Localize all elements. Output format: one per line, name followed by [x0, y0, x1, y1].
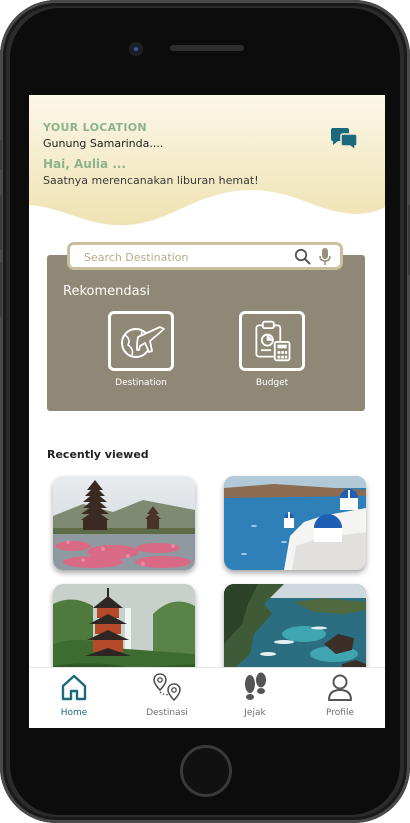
search-input[interactable]: [84, 248, 274, 266]
nav-destinasi[interactable]: Destinasi: [132, 672, 202, 718]
mute-switch: [0, 140, 2, 170]
user-icon: [328, 674, 352, 701]
greeting-text: Hai, Aulia ...: [43, 157, 126, 171]
recent-item-santorini[interactable]: [224, 476, 366, 570]
bottom-navigation: Home Destinasi Jejak Profile: [29, 667, 385, 728]
nav-home-label: Home: [60, 708, 88, 718]
nav-jejak-label: Jejak: [244, 708, 266, 718]
microphone-icon[interactable]: [318, 247, 332, 266]
pagoda-image: [53, 584, 195, 678]
recently-viewed-title: Recently viewed: [47, 448, 149, 461]
map-pins-icon: [153, 673, 181, 702]
coastal-cove-image: [224, 584, 366, 678]
tagline-text: Saatnya merencanakan liburan hemat!: [43, 174, 259, 187]
volume-up-button: [0, 195, 2, 250]
search-bar: [67, 242, 343, 270]
front-camera: [131, 44, 141, 54]
search-icon[interactable]: [294, 248, 311, 265]
recent-item-coastal-cove[interactable]: [224, 584, 366, 678]
app-screen: YOUR LOCATION Gunung Samarinda.... Hai, …: [29, 95, 385, 728]
nav-jejak[interactable]: Jejak: [220, 672, 290, 718]
recommendation-budget-button[interactable]: Budget: [227, 311, 317, 388]
location-label: YOUR LOCATION: [43, 121, 147, 134]
santorini-image: [224, 476, 366, 570]
home-hardware-button[interactable]: [180, 745, 232, 797]
recommendation-card: [47, 255, 365, 411]
nav-destinasi-label: Destinasi: [146, 708, 188, 718]
recommendation-destination-button[interactable]: Destination: [96, 311, 186, 388]
bali-temple-image: [53, 476, 195, 570]
nav-profile[interactable]: Profile: [305, 672, 375, 718]
recent-item-bali-temple[interactable]: [53, 476, 195, 570]
location-value[interactable]: Gunung Samarinda....: [43, 137, 163, 150]
chat-icon[interactable]: [329, 127, 359, 153]
volume-down-button: [0, 262, 2, 317]
budget-clipboard-icon: [255, 320, 291, 362]
home-icon: [61, 674, 87, 701]
recommendation-title: Rekomendasi: [63, 284, 150, 299]
earpiece-speaker: [170, 45, 244, 51]
recommendation-budget-label: Budget: [255, 378, 289, 388]
nav-profile-label: Profile: [326, 708, 354, 718]
globe-plane-icon: [121, 326, 165, 358]
recommendation-destination-label: Destination: [115, 378, 167, 388]
footprints-icon: [245, 672, 266, 700]
nav-home[interactable]: Home: [39, 672, 109, 718]
recent-item-pagoda[interactable]: [53, 584, 195, 678]
